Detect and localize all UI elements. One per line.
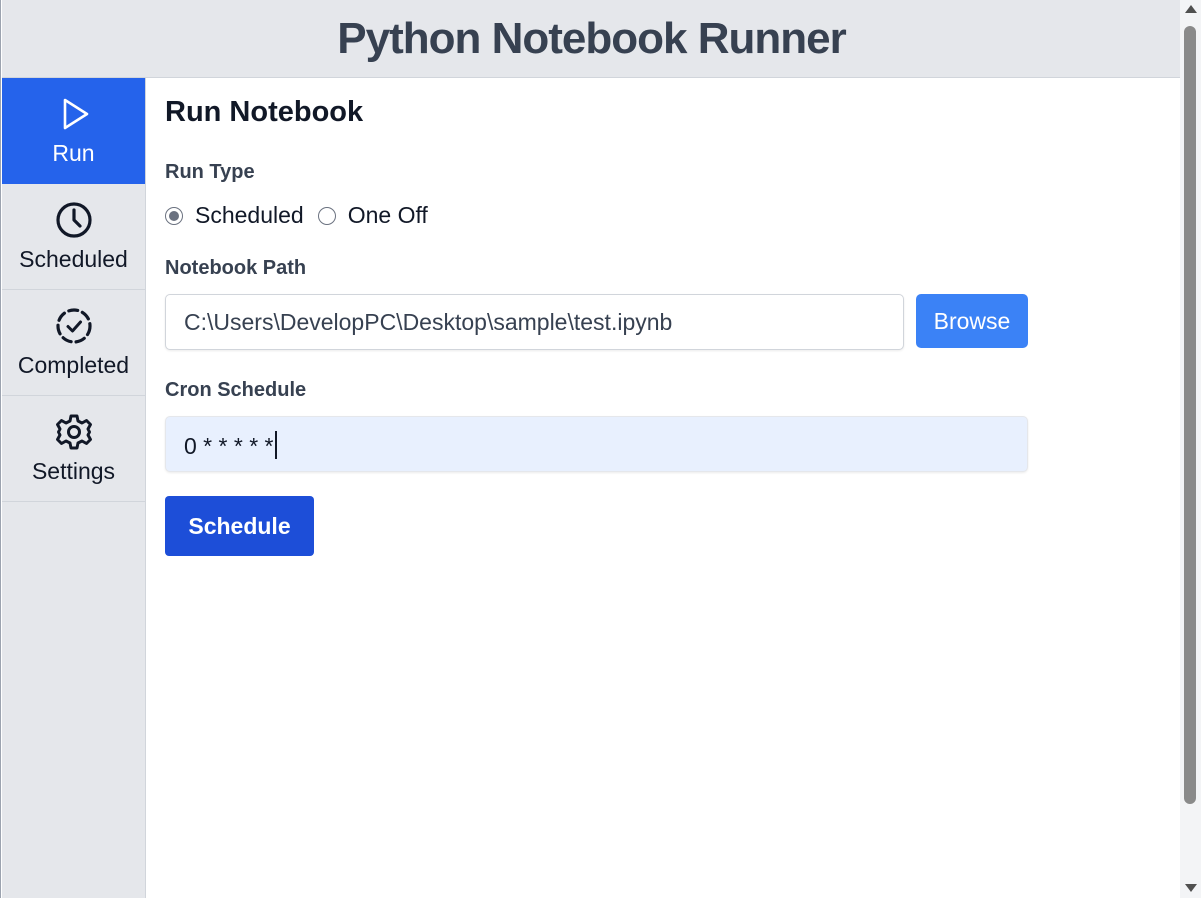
- clock-icon: [55, 202, 92, 238]
- scroll-up-arrow-icon[interactable]: [1185, 5, 1197, 13]
- play-icon: [63, 98, 88, 130]
- radio-scheduled-label[interactable]: Scheduled: [195, 202, 304, 229]
- app-window: Python Notebook Runner Run Scheduled Com…: [0, 0, 1181, 898]
- cron-schedule-input[interactable]: 0 * * * * *: [165, 416, 1028, 472]
- app-header: Python Notebook Runner: [2, 0, 1181, 78]
- run-type-label: Run Type: [165, 161, 255, 183]
- browse-button[interactable]: Browse: [916, 294, 1028, 348]
- sidebar-item-settings[interactable]: Settings: [2, 396, 145, 502]
- sidebar-item-label: Scheduled: [19, 246, 128, 272]
- dashed-check-circle-icon: [55, 308, 92, 344]
- scroll-down-arrow-icon[interactable]: [1185, 884, 1197, 892]
- app-title: Python Notebook Runner: [337, 13, 846, 63]
- gear-icon: [55, 414, 92, 450]
- schedule-button[interactable]: Schedule: [165, 496, 314, 556]
- sidebar-item-label: Run: [52, 140, 95, 166]
- sidebar-item-run[interactable]: Run: [2, 78, 145, 184]
- main-content: Run Notebook Run Type Scheduled One Off …: [165, 78, 1165, 556]
- radio-one-off[interactable]: [317, 206, 336, 225]
- page-title: Run Notebook: [165, 96, 364, 128]
- sidebar-item-scheduled[interactable]: Scheduled: [2, 184, 145, 290]
- sidebar-item-label: Settings: [31, 458, 116, 484]
- radio-scheduled[interactable]: [165, 206, 183, 225]
- sidebar: Run Scheduled Completed Settings: [2, 78, 146, 898]
- vertical-scrollbar[interactable]: [1180, 0, 1201, 898]
- scrollbar-thumb[interactable]: [1184, 26, 1196, 804]
- text-caret: [274, 431, 277, 459]
- radio-one-off-label[interactable]: One Off: [348, 202, 428, 229]
- notebook-path-label: Notebook Path: [165, 257, 307, 279]
- notebook-path-input[interactable]: C:\Users\DevelopPC\Desktop\sample\test.i…: [165, 294, 904, 350]
- cron-schedule-label: Cron Schedule: [165, 379, 307, 401]
- cron-schedule-value: 0 * * * * *: [184, 433, 274, 459]
- run-type-radio-group: Scheduled One Off: [165, 202, 442, 229]
- sidebar-item-label: Completed: [17, 352, 130, 378]
- sidebar-item-completed[interactable]: Completed: [2, 290, 145, 396]
